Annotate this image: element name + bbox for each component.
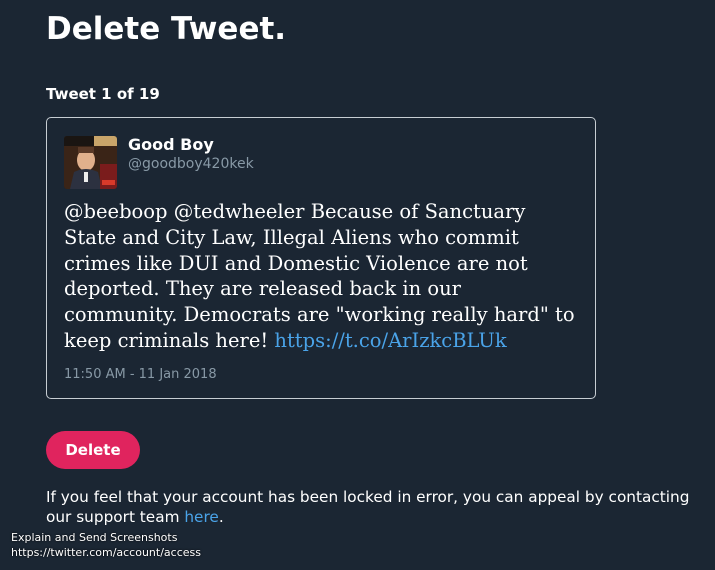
tweet-text: @beeboop @tedwheeler Because of Sanctuar… [64, 199, 579, 354]
tweet-card: Good Boy @goodboy420kek @beeboop @tedwhe… [46, 117, 596, 399]
appeal-suffix: . [218, 507, 224, 526]
author-handle: @goodboy420kek [128, 156, 254, 172]
status-popup-url: https://twitter.com/account/access [11, 546, 201, 559]
page-title: Delete Tweet. [46, 11, 287, 47]
appeal-message: If you feel that your account has been l… [46, 488, 706, 527]
profile-photo-icon [64, 136, 117, 189]
tweet-counter: Tweet 1 of 19 [46, 85, 160, 103]
appeal-text: If you feel that your account has been l… [46, 488, 690, 526]
delete-button[interactable]: Delete [46, 431, 140, 469]
page: Delete Tweet. Tweet 1 of 19 Good Boy @go… [0, 0, 715, 570]
tweet-link[interactable]: https://t.co/ArIzkcBLUk [274, 329, 506, 352]
avatar [64, 136, 117, 189]
author-name: Good Boy [128, 135, 214, 154]
status-popup-title: Explain and Send Screenshots [11, 531, 178, 544]
tweet-timestamp: 11:50 AM - 11 Jan 2018 [64, 367, 217, 382]
status-popup: Explain and Send Screenshots https://twi… [11, 530, 201, 560]
support-link[interactable]: here [184, 508, 218, 526]
